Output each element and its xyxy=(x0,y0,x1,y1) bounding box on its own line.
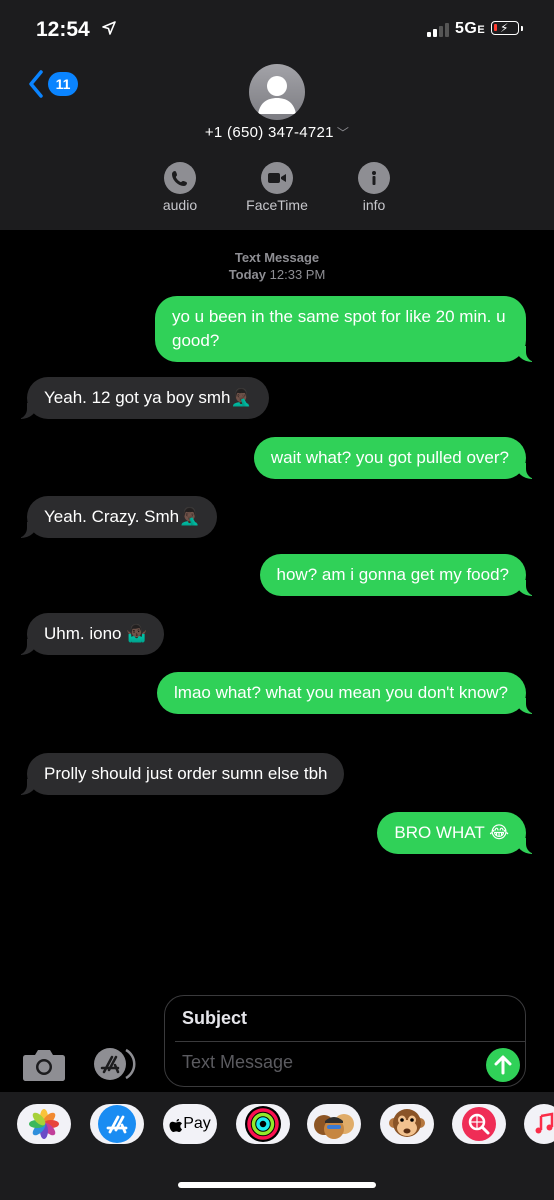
contact-number: +1 (650) 347-4721 xyxy=(204,124,334,141)
outgoing-message[interactable]: lmao what? what you mean you don't know? xyxy=(157,672,540,714)
status-time: 12:54 xyxy=(36,18,90,41)
apple-pay-app-icon[interactable]: Pay xyxy=(163,1104,217,1144)
memoji-app-icon[interactable] xyxy=(307,1104,361,1144)
message-text: Yeah. 12 got ya boy smh🤦🏿‍♂️ xyxy=(44,388,252,407)
battery-icon: ⚡ xyxy=(491,21,519,35)
animoji-app-icon[interactable] xyxy=(380,1104,434,1144)
app-store-app-icon[interactable] xyxy=(90,1104,144,1144)
activity-app-icon[interactable] xyxy=(236,1104,290,1144)
imessage-app-drawer: Pay xyxy=(0,1092,554,1200)
app-store-icon xyxy=(94,1048,136,1080)
thread-timestamp: Text Message Today 12:33 PM xyxy=(0,249,554,283)
location-arrow-icon xyxy=(102,21,116,40)
message-text: Yeah. Crazy. Smh🤦🏿‍♂️ xyxy=(44,507,201,526)
info-label: info xyxy=(362,197,386,213)
time-label: 12:33 PM xyxy=(269,267,326,282)
send-button[interactable] xyxy=(486,1048,520,1082)
facetime-button[interactable]: FaceTime xyxy=(237,162,317,213)
audio-call-button[interactable]: audio xyxy=(140,162,220,213)
unread-count-badge: 11 xyxy=(48,72,78,96)
app-store-drawer-button[interactable] xyxy=(92,1046,142,1087)
status-bar: 12:54 5GE ⚡ xyxy=(0,0,554,62)
home-indicator[interactable] xyxy=(178,1182,376,1188)
web-search-app-icon[interactable] xyxy=(452,1104,506,1144)
camera-button[interactable] xyxy=(22,1048,66,1087)
cellular-signal-icon xyxy=(427,23,449,37)
phone-icon xyxy=(164,162,196,194)
message-composer: Subject xyxy=(0,990,554,1090)
service-label: Text Message xyxy=(234,250,320,265)
contact-avatar[interactable] xyxy=(249,64,305,120)
message-text: lmao what? what you mean you don't know? xyxy=(174,683,508,702)
contact-actions: audio FaceTime info xyxy=(0,162,554,222)
photos-app-icon[interactable] xyxy=(17,1104,71,1144)
video-camera-icon xyxy=(261,162,293,194)
outgoing-message[interactable]: yo u been in the same spot for like 20 m… xyxy=(155,296,540,362)
facetime-label: FaceTime xyxy=(246,197,308,213)
audio-label: audio xyxy=(162,197,198,213)
info-icon xyxy=(358,162,390,194)
message-text: yo u been in the same spot for like 20 m… xyxy=(172,307,506,350)
music-app-icon[interactable] xyxy=(524,1104,554,1144)
chevron-left-icon xyxy=(29,70,43,98)
message-text: Uhm. iono 🤷🏿‍♂️ xyxy=(44,624,148,643)
incoming-message[interactable]: Yeah. 12 got ya boy smh🤦🏿‍♂️ xyxy=(13,377,269,419)
network-type: 5GE xyxy=(455,20,486,37)
message-input-box[interactable]: Subject xyxy=(164,995,526,1087)
apple-pay-label: Pay xyxy=(183,1115,211,1132)
conversation-header: 12:54 5GE ⚡ 11 +1 (650) 347-4721 ﹀ audio… xyxy=(0,0,554,230)
camera-icon xyxy=(23,1050,65,1081)
message-text: wait what? you got pulled over? xyxy=(270,448,509,467)
message-text: how? am i gonna get my food? xyxy=(276,565,509,584)
outgoing-message[interactable]: BRO WHAT 😂 xyxy=(377,812,540,854)
back-button[interactable]: 11 xyxy=(28,70,78,98)
subject-field[interactable]: Subject xyxy=(182,1008,247,1029)
battery-tip xyxy=(521,26,523,31)
day-label: Today xyxy=(228,267,267,282)
message-text: BRO WHAT 😂 xyxy=(394,823,509,842)
contact-name-button[interactable]: +1 (650) 347-4721 ﹀ xyxy=(0,124,554,141)
incoming-message[interactable]: Prolly should just order sumn else tbh xyxy=(12,753,345,795)
outgoing-message[interactable]: how? am i gonna get my food? xyxy=(259,554,541,596)
apple-logo-icon xyxy=(169,1119,183,1132)
person-silhouette-icon xyxy=(258,76,296,114)
info-button[interactable]: info xyxy=(334,162,414,213)
chevron-down-icon: ﹀ xyxy=(336,126,350,140)
input-divider xyxy=(175,1041,525,1042)
incoming-message[interactable]: Uhm. iono 🤷🏿‍♂️ xyxy=(12,613,165,655)
outgoing-message[interactable]: wait what? you got pulled over? xyxy=(253,437,541,479)
arrow-up-icon xyxy=(494,1055,512,1075)
message-text-field[interactable] xyxy=(182,1052,462,1073)
message-text: Prolly should just order sumn else tbh xyxy=(44,764,328,783)
incoming-message[interactable]: Yeah. Crazy. Smh🤦🏿‍♂️ xyxy=(12,496,218,538)
